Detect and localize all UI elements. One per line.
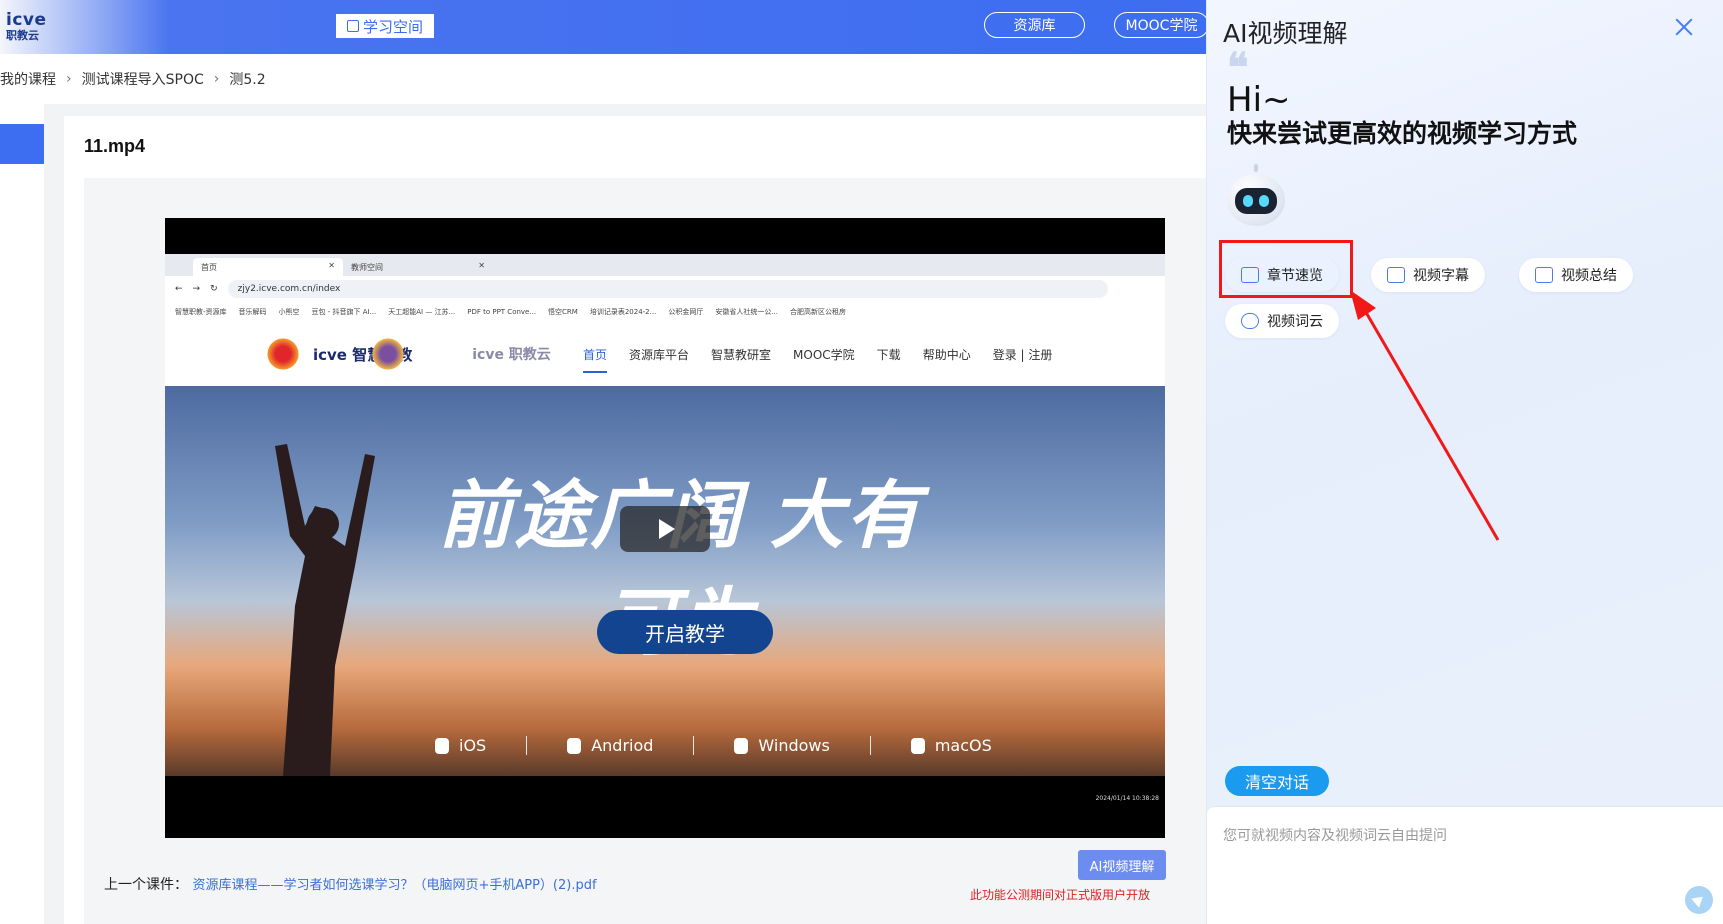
chip-label: 视频字幕: [1413, 268, 1469, 284]
bookmark-item: 豆包 - 抖音旗下 AI...: [311, 308, 377, 316]
bookmark-item: PDF to PPT Conve...: [467, 308, 537, 316]
bookmark-item: 悟空CRM: [548, 308, 578, 316]
icve-brand-icon: [265, 336, 301, 372]
platform-item: macOS: [871, 736, 1032, 755]
silhouette-figure: [275, 444, 375, 776]
chip-label: 视频总结: [1561, 268, 1617, 284]
breadcrumb: 我的课程 › 测试课程导入SPOC › 测5.2: [0, 54, 1206, 104]
video-hero-frame: 前途广阔 大有可为 开启教学 iOS Andriod Windows macOS: [165, 386, 1165, 776]
bookmark-item: 培训记录表2024-2...: [589, 308, 657, 316]
forward-arrow-icon: →: [192, 284, 201, 294]
nav-resource-library[interactable]: 资源库: [984, 12, 1085, 38]
video-timestamp: 2024/01/14 10:38:28: [1095, 795, 1159, 802]
icve-logo[interactable]: icve 职教云: [6, 12, 58, 44]
panel-subtitle: 快来尝试更高效的视频学习方式: [1227, 119, 1578, 148]
red-arrow-annotation: [1350, 290, 1500, 541]
site-links: 首页 资源库平台 智慧教研室 MOOC学院 下载 帮助中心 登录 | 注册: [583, 346, 1052, 373]
platform-list: iOS Andriod Windows macOS: [395, 736, 1032, 755]
browser-tab-label: 首页: [201, 263, 217, 272]
bookmark-item: 小熊空: [278, 308, 300, 316]
logo-top-text: icve: [6, 10, 47, 30]
close-icon[interactable]: [1671, 14, 1697, 40]
video-player[interactable]: 首页 ✕ 教师空间 ✕ ← → ↻ zjy2.icve.com.cn/index 智…: [165, 218, 1165, 838]
bookmark-item: 公积金网厅: [668, 308, 704, 316]
platform-label: Andriod: [591, 736, 654, 755]
video-summary-button[interactable]: 视频总结: [1519, 258, 1633, 292]
logo-bottom-text: 职教云: [6, 29, 39, 42]
question-input[interactable]: [1207, 807, 1723, 924]
browser-tab-row: 首页 ✕ 教师空间 ✕: [165, 254, 1165, 276]
close-icon: ✕: [478, 261, 485, 270]
bookmark-item: 安徽省人社统一公...: [715, 308, 779, 316]
platform-label: Windows: [758, 736, 830, 755]
browser-tab-label: 教师空间: [351, 263, 383, 272]
bookmark-item: 音乐解码: [238, 308, 267, 316]
study-space-label: 学习空间: [362, 17, 423, 36]
study-space-button[interactable]: 学习空间: [336, 14, 434, 38]
breadcrumb-item-course[interactable]: 测试课程导入SPOC: [82, 69, 204, 89]
reload-icon: ↻: [210, 284, 218, 294]
robot-antenna: [1254, 164, 1258, 172]
previous-courseware: 上一个课件： 资源库课程——学习者如何选课学习？（电脑网页+手机APP）(2).…: [104, 874, 597, 894]
robot-eye: [1259, 195, 1269, 207]
site-link: 首页: [583, 346, 608, 373]
video-subtitles-button[interactable]: 视频字幕: [1371, 258, 1485, 292]
platform-item: Windows: [694, 736, 871, 755]
platform-item: iOS: [395, 736, 528, 755]
site-nav: icve 智慧职教 icve 职教云 首页 资源库平台 智慧教研室 MOOC学院…: [165, 322, 1165, 386]
ai-beta-note: 此功能公测期间对正式版用户开放: [970, 888, 1151, 902]
previous-courseware-link[interactable]: 资源库课程——学习者如何选课学习？（电脑网页+手机APP）(2).pdf: [192, 878, 596, 893]
site-link: 帮助中心: [922, 348, 971, 362]
android-icon: [567, 737, 582, 754]
play-icon: [659, 519, 675, 539]
sidebar-active-tab[interactable]: [0, 124, 44, 164]
site-link: 登录 | 注册: [992, 348, 1053, 362]
windows-icon: [734, 737, 749, 754]
platform-label: macOS: [934, 736, 992, 755]
close-icon: ✕: [328, 261, 335, 270]
bookmark-item: 智慧职教-资源库: [175, 308, 227, 316]
summary-icon: [1535, 267, 1553, 283]
apple-icon: [435, 737, 449, 754]
lesson-title: 11.mp4: [84, 136, 146, 156]
zjy-brand-icon: [370, 336, 406, 372]
browser-url-bar: zjy2.icve.com.cn/index: [227, 280, 1108, 298]
browser-url-text: zjy2.icve.com.cn/index: [237, 284, 341, 294]
video-browser-frame: 首页 ✕ 教师空间 ✕ ← → ↻ zjy2.icve.com.cn/index 智…: [165, 254, 1165, 386]
send-icon[interactable]: [1685, 886, 1713, 914]
subtitle-icon: [1387, 267, 1405, 283]
bookmark-item: 合肥高新区公租房: [790, 308, 847, 316]
apple-icon: [910, 737, 925, 754]
back-arrow-icon: ←: [175, 284, 183, 294]
site-link: 智慧教研室: [711, 348, 772, 362]
ai-video-understanding-button[interactable]: AI视频理解: [1078, 850, 1166, 880]
robot-avatar-icon: [1227, 164, 1285, 228]
platform-item: Andriod: [527, 736, 695, 755]
platform-label: iOS: [459, 736, 487, 755]
breadcrumb-item-courses[interactable]: 我的课程: [0, 69, 56, 89]
chevron-right-icon: ›: [213, 71, 220, 87]
bookmarks-bar: 智慧职教-资源库 音乐解码 小熊空 豆包 - 抖音旗下 AI... 天工超能AI…: [165, 302, 1165, 322]
robot-face: [1235, 188, 1277, 214]
breadcrumb-item-current: 测5.2: [229, 72, 266, 88]
site-link: 资源库平台: [629, 348, 690, 362]
bookmark-item: 天工超能AI — 江苏...: [388, 308, 456, 316]
play-button[interactable]: [620, 506, 710, 552]
browser-tab: 教师空间 ✕: [343, 258, 493, 276]
nav-mooc[interactable]: MOOC学院: [1114, 12, 1209, 38]
start-teaching-button: 开启教学: [597, 610, 773, 654]
question-input-box[interactable]: [1207, 806, 1723, 924]
browser-tab: 首页 ✕: [193, 258, 343, 276]
site-link: MOOC学院: [793, 348, 855, 362]
top-header: icve 职教云 学习空间 资源库 MOOC学院: [0, 0, 1209, 54]
browser-url-row: ← → ↻ zjy2.icve.com.cn/index: [165, 276, 1165, 302]
site-link: 下载: [876, 348, 901, 362]
previous-label: 上一个课件：: [104, 877, 188, 893]
site-brand-2: icve 职教云: [472, 347, 551, 363]
robot-eye: [1243, 195, 1253, 207]
space-icon: [346, 20, 359, 32]
left-sidebar: [0, 104, 44, 924]
chevron-right-icon: ›: [66, 71, 72, 87]
clear-conversation-button[interactable]: 清空对话: [1225, 766, 1329, 796]
